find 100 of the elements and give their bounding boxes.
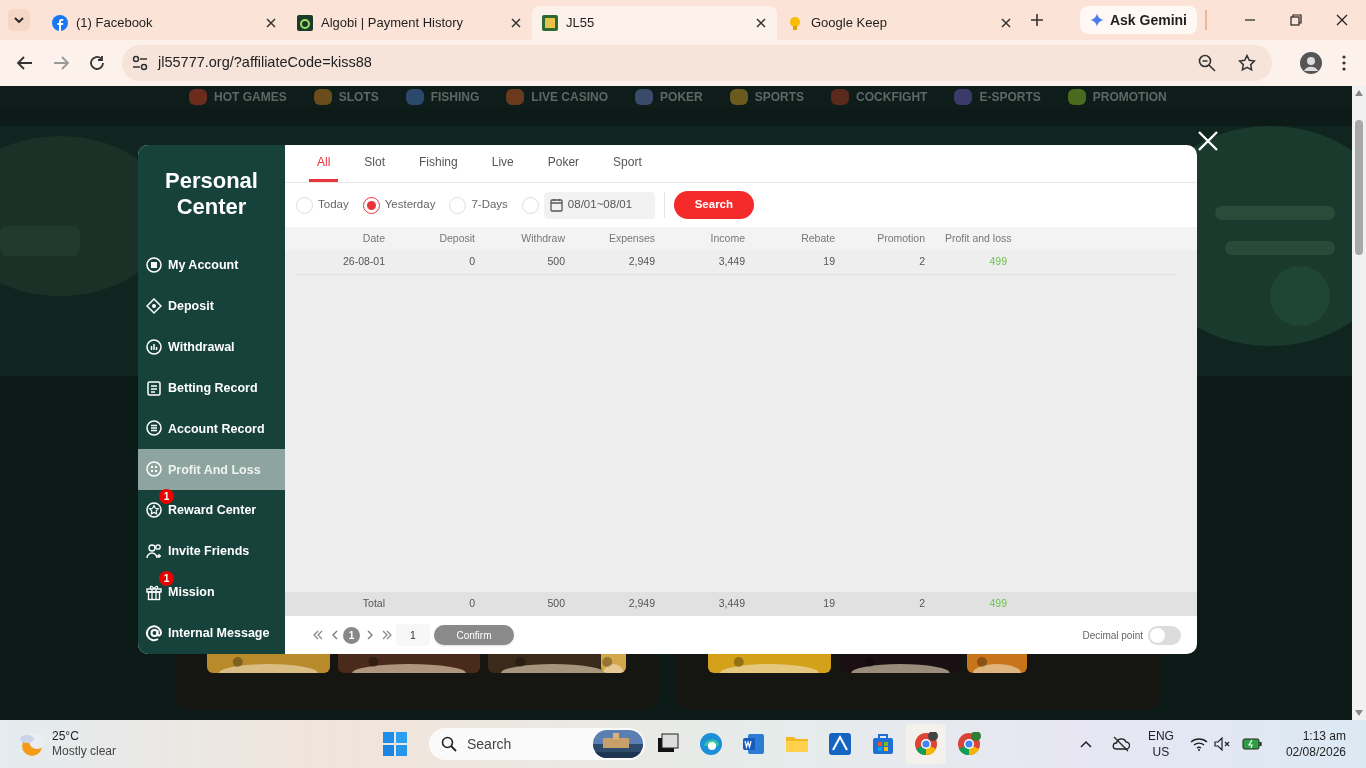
clock[interactable]: 1:13 am 02/08/2026 xyxy=(1285,728,1346,760)
back-icon[interactable] xyxy=(16,54,34,72)
star-icon[interactable] xyxy=(1238,54,1256,72)
game-icon xyxy=(505,88,526,106)
dialog-title: Personal Center xyxy=(164,167,259,221)
menu-item[interactable]: My Account xyxy=(138,244,285,286)
notification-badge: 1 xyxy=(159,571,174,587)
table-cell-text: 499 xyxy=(988,254,1008,270)
at-sign-icon xyxy=(146,625,162,643)
list-icon xyxy=(146,461,162,479)
tab-title: Google Keep xyxy=(811,14,888,33)
scrollbar-thumb[interactable] xyxy=(1355,120,1363,255)
address-bar[interactable]: jl55777.org/?affiliateCode=kiss88 xyxy=(122,45,1272,81)
menu-item[interactable]: Internal Message xyxy=(138,613,285,654)
game-tab[interactable]: Poker xyxy=(539,145,588,182)
temperature: 25°C xyxy=(52,729,80,744)
word-icon[interactable] xyxy=(742,732,766,756)
column-header: Income xyxy=(709,230,745,246)
browser-tab[interactable]: Algobi | Payment History xyxy=(287,6,532,40)
browser-tab[interactable]: (1) Facebook xyxy=(42,6,287,40)
store-icon[interactable] xyxy=(871,732,895,756)
menu-item[interactable]: Deposit xyxy=(138,285,285,327)
menu-label: My Account xyxy=(168,256,239,274)
close-icon[interactable] xyxy=(1000,17,1012,29)
menu-item[interactable]: Invite Friends xyxy=(138,531,285,573)
reload-icon[interactable] xyxy=(88,54,106,72)
tab-title: Algobi | Payment History xyxy=(321,14,465,33)
menu-label: Internal Message xyxy=(168,625,270,643)
battery-charging-icon[interactable] xyxy=(1241,738,1262,750)
search-button[interactable]: Search xyxy=(673,191,754,219)
menu-item[interactable]: Reward Center 1 xyxy=(138,490,285,532)
scroll-down-icon[interactable] xyxy=(1355,710,1363,716)
zoom-icon[interactable] xyxy=(1198,54,1216,72)
wifi-icon[interactable] xyxy=(1189,737,1208,751)
tab-title: (1) Facebook xyxy=(76,14,154,33)
language-indicator[interactable]: ENG US xyxy=(1147,728,1174,760)
table-cell-text: 3,449 xyxy=(717,596,745,612)
table-cell-text: 0 xyxy=(468,596,475,612)
column-header: Withdraw xyxy=(520,230,565,246)
last-page-icon[interactable] xyxy=(382,630,392,640)
game-tab[interactable]: Sport xyxy=(605,145,650,182)
chart-icon xyxy=(146,338,162,356)
menu-label: Reward Center xyxy=(168,502,257,520)
game-tab[interactable]: All xyxy=(309,145,339,182)
menu-item[interactable]: Betting Record xyxy=(138,367,285,409)
dropdown-icon[interactable] xyxy=(8,9,30,31)
chrome-icon[interactable] xyxy=(914,732,938,756)
page-input[interactable]: 1 xyxy=(396,624,430,646)
ask-gemini-button[interactable]: Ask Gemini xyxy=(1079,6,1197,34)
previous-page-icon[interactable] xyxy=(331,630,339,640)
table-cell-text: Total xyxy=(361,596,385,612)
toggle-switch[interactable] xyxy=(1148,625,1181,645)
browser-tab[interactable]: JL55 xyxy=(532,6,777,40)
app-icon[interactable] xyxy=(828,732,852,756)
more-icon[interactable] xyxy=(1342,55,1346,71)
column-header: Deposit xyxy=(438,230,475,246)
game-tab[interactable]: Slot xyxy=(356,145,394,182)
table-cell-text: 500 xyxy=(546,254,565,270)
browser-tab[interactable]: Google Keep xyxy=(777,6,1022,40)
next-page-icon[interactable] xyxy=(366,630,374,640)
cloud-off-icon[interactable] xyxy=(1111,736,1130,752)
close-icon[interactable] xyxy=(265,17,277,29)
close-icon[interactable] xyxy=(1336,14,1348,26)
menu-label: Account Record xyxy=(168,420,265,438)
close-icon[interactable] xyxy=(510,17,522,29)
taskbar-search-field[interactable]: Search xyxy=(429,728,645,760)
table-cell-text: 2,949 xyxy=(627,254,655,270)
close-icon[interactable] xyxy=(755,17,767,29)
date-range-field[interactable]: 08/01~08/01 xyxy=(543,191,655,219)
menu-item[interactable]: Mission 1 xyxy=(138,572,285,614)
windows-start-icon[interactable] xyxy=(383,732,407,756)
game-tab[interactable]: Live xyxy=(483,145,522,182)
tab-title: JL55 xyxy=(566,14,596,33)
plus-icon[interactable] xyxy=(1030,13,1044,27)
restore-icon[interactable] xyxy=(1290,14,1302,26)
profile-avatar-icon[interactable] xyxy=(1300,52,1322,74)
volume-muted-icon[interactable] xyxy=(1213,737,1232,751)
table-cell-text: 2 xyxy=(918,596,925,612)
site-settings-icon[interactable] xyxy=(132,55,148,71)
table-cell-text: 19 xyxy=(822,596,835,612)
page-number[interactable]: 1 xyxy=(343,626,360,644)
site-icon xyxy=(542,15,558,31)
region-code: US xyxy=(1152,744,1170,760)
chrome-icon[interactable] xyxy=(957,732,981,756)
weather-text: Mostly clear xyxy=(52,744,116,759)
game-icon xyxy=(312,88,333,106)
chevron-up-icon[interactable] xyxy=(1079,740,1092,748)
menu-label: Mission xyxy=(168,584,215,602)
lightbulb-icon xyxy=(787,15,803,31)
menu-label: Invite Friends xyxy=(168,543,250,561)
first-page-icon[interactable] xyxy=(313,630,323,640)
game-tab[interactable]: Fishing xyxy=(411,145,466,182)
menu-item[interactable]: Withdrawal xyxy=(138,326,285,368)
forward-icon[interactable] xyxy=(52,54,70,72)
diamond-icon xyxy=(146,297,162,315)
column-header: Rebate xyxy=(800,230,835,246)
menu-item[interactable]: Account Record xyxy=(138,408,285,450)
facebook-icon xyxy=(52,15,68,31)
edge-icon[interactable] xyxy=(699,732,723,756)
scroll-up-icon[interactable] xyxy=(1355,90,1363,96)
